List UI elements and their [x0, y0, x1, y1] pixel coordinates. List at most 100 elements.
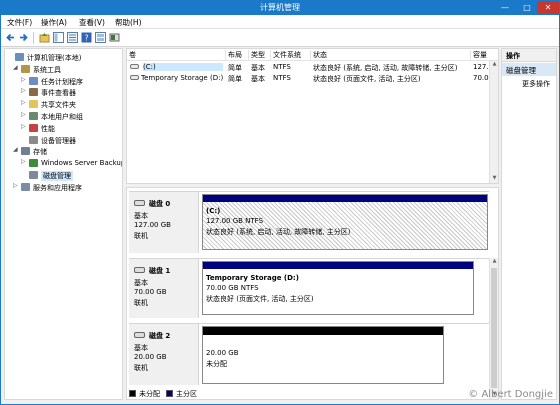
- partition-bar: [203, 327, 443, 335]
- partition-status: 状态良好 (系统, 启动, 活动, 故障转储, 主分区): [206, 228, 351, 236]
- col-capacity[interactable]: 容量: [470, 50, 498, 60]
- disk-status: 联机: [134, 299, 148, 307]
- disk-name: 磁盘 0: [149, 200, 171, 208]
- legend-unallocated-swatch: [129, 390, 136, 397]
- disk-settings-icon[interactable]: [109, 32, 120, 43]
- tree-item-label: 本地用户和组: [41, 113, 83, 121]
- menu-view[interactable]: 查看(V): [79, 17, 105, 28]
- actions-pane: 操作 磁盘管理 更多操作: [501, 48, 557, 400]
- device-icon: [29, 135, 38, 144]
- expand-arrow-icon[interactable]: ▷: [21, 158, 26, 165]
- volume-type: 基本: [251, 75, 265, 83]
- up-folder-icon[interactable]: [39, 32, 50, 43]
- expand-arrow-icon[interactable]: ◢: [13, 64, 18, 71]
- tree-item-label: Windows Server Backup: [41, 159, 123, 168]
- volume-filesystem: NTFS: [273, 74, 291, 82]
- volume-row[interactable]: (C:) 简单 基本 NTFS 状态良好 (系统, 启动, 活动, 故障转储, …: [127, 62, 498, 73]
- minimize-button[interactable]: —: [495, 1, 515, 14]
- performance-icon: [29, 123, 38, 132]
- volume-status: 状态良好 (系统, 启动, 活动, 故障转储, 主分区): [313, 64, 458, 72]
- scroll-down-arrow-icon[interactable]: ▼: [490, 175, 498, 183]
- col-status[interactable]: 状态: [310, 50, 470, 60]
- scroll-up-arrow-icon[interactable]: ▲: [490, 258, 498, 266]
- expand-arrow-icon[interactable]: ▷: [21, 76, 26, 83]
- volume-list-header: 卷 布局 类型 文件系统 状态 容量: [127, 49, 498, 61]
- volume-row[interactable]: Temporary Storage (D:) 简单 基本 NTFS 状态良好 (…: [127, 73, 498, 84]
- partition-status: 未分配: [206, 360, 227, 368]
- disk-info[interactable]: 磁盘 2 基本 20.00 GB 联机: [129, 324, 199, 385]
- disk-name: 磁盘 2: [149, 332, 171, 340]
- legend-primary-label: 主分区: [176, 390, 197, 398]
- expand-arrow-icon[interactable]: ▷: [21, 111, 26, 118]
- col-type[interactable]: 类型: [248, 50, 270, 60]
- tree-item-label: 存储: [33, 148, 47, 157]
- expand-arrow-icon[interactable]: ▷: [21, 123, 26, 130]
- menu-help[interactable]: 帮助(H): [115, 17, 142, 28]
- disk-icon: [134, 332, 145, 338]
- show-tree-icon[interactable]: [53, 32, 64, 43]
- partition-size: 70.00 GB NTFS: [206, 284, 259, 292]
- back-arrow-icon[interactable]: [5, 32, 16, 43]
- tree-item-label: 性能: [41, 124, 55, 133]
- volume-filesystem: NTFS: [273, 63, 291, 71]
- disk-view-scrollbar[interactable]: ▲ ▼: [489, 258, 498, 399]
- col-filesystem[interactable]: 文件系统: [270, 50, 310, 60]
- properties-icon[interactable]: [67, 32, 78, 43]
- computer-icon: [15, 53, 24, 61]
- watermark: © Albert Dongjie: [468, 389, 553, 400]
- actions-header: 操作: [502, 49, 556, 62]
- volume-type: 基本: [251, 64, 265, 72]
- toolbar: ?: [1, 29, 559, 47]
- disk-graphical-view: 磁盘 0 基本 127.00 GB 联机 (C:) 127.00 GB NTFS…: [126, 187, 499, 400]
- tree-item-label: 任务计划程序: [41, 77, 83, 86]
- forward-arrow-icon[interactable]: [18, 32, 29, 43]
- storage-icon: [21, 147, 30, 156]
- volume-layout: 简单: [228, 64, 242, 72]
- disk-info[interactable]: 磁盘 0 基本 127.00 GB 联机: [129, 192, 199, 253]
- menu-file[interactable]: 文件(F): [7, 17, 32, 28]
- partition-unallocated[interactable]: 20.00 GB 未分配: [202, 326, 444, 384]
- partition-bar: [203, 195, 487, 202]
- scroll-up-arrow-icon[interactable]: ▲: [490, 61, 498, 69]
- tree-item-label: 事件查看器: [41, 89, 76, 98]
- legend-primary-swatch: [166, 390, 173, 397]
- folder-icon: [29, 100, 38, 109]
- disk-status: 联机: [134, 364, 148, 372]
- disk-panel: 磁盘 0 基本 127.00 GB 联机 (C:) 127.00 GB NTFS…: [129, 191, 489, 253]
- maximize-button[interactable]: □: [517, 1, 537, 14]
- expand-arrow-icon[interactable]: ▷: [13, 182, 18, 189]
- expand-arrow-icon[interactable]: ◢: [13, 146, 18, 153]
- tree-item-label: 磁盘管理: [41, 171, 73, 181]
- window-title: 计算机管理: [260, 3, 300, 12]
- menu-bar: 文件(F) 操作(A) 查看(V) 帮助(H): [1, 15, 559, 29]
- scrollbar-thumb[interactable]: [491, 268, 497, 388]
- disk-info[interactable]: 磁盘 1 基本 70.00 GB 联机: [129, 259, 199, 318]
- close-button[interactable]: ✕: [537, 1, 559, 14]
- legend: 未分配 主分区: [126, 388, 446, 400]
- partition-d[interactable]: Temporary Storage (D:) 70.00 GB NTFS 状态良…: [202, 261, 474, 315]
- disk-type: 基本: [134, 212, 148, 220]
- actions-section-disk-management[interactable]: 磁盘管理: [502, 63, 556, 76]
- col-layout[interactable]: 布局: [225, 50, 248, 60]
- disk-type: 基本: [134, 279, 148, 287]
- clock-icon: [29, 76, 38, 85]
- menu-action[interactable]: 操作(A): [41, 17, 67, 28]
- expand-arrow-icon[interactable]: ▷: [21, 99, 26, 106]
- services-icon: [21, 182, 30, 191]
- expand-arrow-icon[interactable]: ▷: [21, 87, 26, 94]
- computer-management-window: 计算机管理 — □ ✕ 文件(F) 操作(A) 查看(V) 帮助(H) ? 计算…: [0, 0, 560, 405]
- partition-c[interactable]: (C:) 127.00 GB NTFS 状态良好 (系统, 启动, 活动, 故障…: [202, 194, 488, 250]
- volume-disk-icon: [130, 64, 139, 69]
- disk-size: 20.00 GB: [134, 353, 167, 361]
- partition-bar: [203, 262, 473, 269]
- console-tree: 计算机管理(本地) ◢ 系统工具 ▷ 任务计划程序 ▷ 事件查看器 ▷ 共享文件夹 ▷ 本地用户和组…: [4, 48, 123, 400]
- event-icon: [29, 88, 38, 97]
- volume-list-scrollbar[interactable]: ▲ ▼: [489, 61, 498, 183]
- more-actions-link[interactable]: 更多操作: [522, 79, 550, 89]
- view-icon[interactable]: [95, 32, 106, 43]
- tools-icon: [21, 64, 30, 73]
- col-volume[interactable]: 卷: [127, 50, 225, 60]
- disk-size: 127.00 GB: [134, 221, 171, 229]
- help-icon[interactable]: ?: [81, 32, 92, 43]
- disk-type: 基本: [134, 344, 148, 352]
